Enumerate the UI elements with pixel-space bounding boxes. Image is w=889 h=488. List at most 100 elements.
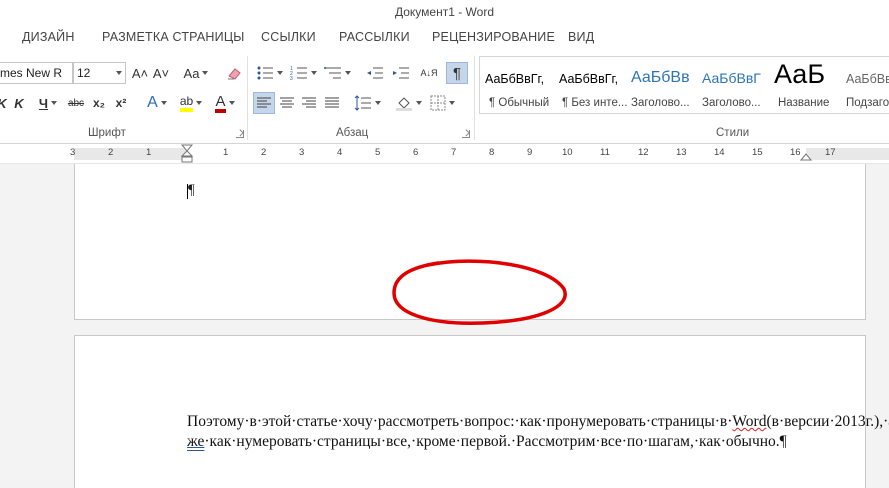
shrink-font-icon: A˅	[152, 65, 170, 81]
subscript-button[interactable]: x₂	[90, 92, 108, 114]
ruler-number: 4	[337, 147, 343, 158]
multilevel-list-button[interactable]	[322, 62, 352, 84]
red-ellipse-annotation	[392, 259, 567, 325]
paragraph-mark: ¶	[188, 182, 195, 198]
ruler-number: 11	[600, 147, 610, 158]
grow-font-button[interactable]: A˄	[131, 62, 149, 84]
title-bar: Документ1 - Word	[0, 0, 889, 26]
font-size-combo[interactable]: 12	[73, 62, 126, 84]
style-title[interactable]: АаБ Название	[774, 57, 844, 113]
ruler-number: 3	[70, 147, 76, 158]
body-paragraph: Поэтому·в·этой·статье·хочу·рассмотреть·в…	[187, 412, 889, 452]
justify-icon	[325, 97, 339, 108]
chevron-down-icon	[51, 101, 58, 105]
font-size-value: 12	[77, 66, 91, 80]
change-case-icon: Aa	[183, 65, 200, 81]
style-label: Название	[778, 97, 830, 109]
font-color-button[interactable]: A	[210, 92, 240, 114]
ruler-number: 3	[299, 147, 305, 158]
decrease-indent-button[interactable]	[364, 62, 386, 84]
style-heading-1[interactable]: АаБбВв Заголово...	[631, 57, 699, 113]
decrease-indent-icon	[367, 67, 383, 79]
style-label: Заголово...	[631, 97, 690, 109]
style-preview: АаБ	[774, 59, 826, 89]
style-preview: АаБбВвГг,	[559, 72, 619, 86]
tab-review[interactable]: РЕЦЕНЗИРОВАНИЕ	[432, 30, 555, 44]
font-name-combo[interactable]: mes New R	[0, 62, 73, 84]
style-subtitle[interactable]: АаБбВв Подзаго	[846, 57, 889, 113]
italic-button[interactable]: K	[0, 92, 8, 114]
chevron-down-icon	[116, 71, 122, 75]
align-left-button[interactable]	[253, 92, 275, 114]
ruler-number: 1	[223, 147, 229, 158]
italic-k-icon: K	[14, 95, 24, 111]
chevron-down-icon	[228, 101, 235, 105]
style-heading-2[interactable]: АаБбВвГ Заголово...	[702, 57, 772, 113]
ribbon-tabs: ДИЗАЙН РАЗМЕТКА СТРАНИЦЫ ССЫЛКИ РАССЫЛКИ…	[0, 26, 889, 50]
style-label: Заголово...	[702, 97, 761, 109]
styles-gallery: АаБбВвГг, ¶ Обычный АаБбВвГг, ¶ Без инте…	[479, 56, 889, 114]
superscript-button[interactable]: x²	[112, 92, 130, 114]
bullets-button[interactable]	[254, 62, 284, 84]
align-center-button[interactable]	[276, 92, 298, 114]
paragraph-dialog-launcher[interactable]	[462, 130, 470, 138]
shrink-font-button[interactable]: A˅	[152, 62, 170, 84]
font-dialog-launcher[interactable]	[236, 130, 244, 138]
strikethrough-button[interactable]: abc	[66, 92, 86, 114]
indent-marker-icon[interactable]	[180, 144, 194, 164]
right-indent-marker-icon[interactable]	[800, 150, 812, 162]
tab-page-layout[interactable]: РАЗМЕТКА СТРАНИЦЫ	[102, 30, 245, 44]
ruler-margin-area	[806, 148, 889, 160]
horizontal-ruler[interactable]: 3 2 1 1 2 3 4 5 6 7 8 9 10 11 12 13 14 1…	[0, 144, 889, 164]
highlight-button[interactable]: ab	[175, 92, 207, 114]
ruler-number: 2	[261, 147, 267, 158]
text-effects-button[interactable]: A	[142, 92, 172, 114]
ruler-number: 7	[451, 147, 457, 158]
underline-button[interactable]: Ч	[33, 92, 63, 114]
show-formatting-marks-button[interactable]: ¶	[446, 62, 468, 84]
font-name-value: mes New R	[0, 66, 63, 80]
line-spacing-button[interactable]	[352, 92, 382, 114]
increase-indent-icon	[393, 67, 409, 79]
ribbon: mes New R 12 A˄ A˅ Aa K K Ч abc x₂ x² A …	[0, 50, 889, 144]
tab-view[interactable]: ВИД	[568, 30, 594, 44]
borders-button[interactable]	[427, 92, 457, 114]
paint-bucket-icon	[395, 97, 412, 111]
increase-indent-button[interactable]	[390, 62, 412, 84]
body-text-part: ·как·нумеровать·страницы·все,·кроме·перв…	[204, 433, 787, 450]
style-no-spacing[interactable]: АаБбВвГг, ¶ Без инте...	[559, 57, 631, 113]
change-case-button[interactable]: Aa	[180, 62, 212, 84]
align-left-icon	[257, 97, 271, 108]
ruler-number: 14	[714, 147, 725, 158]
bullet-list-icon	[257, 66, 273, 80]
ruler-number: 15	[752, 147, 763, 158]
align-right-button[interactable]	[298, 92, 320, 114]
italic-icon: K	[0, 96, 7, 111]
ruler-number: 1	[146, 147, 152, 158]
ruler-number: 10	[562, 147, 573, 158]
ruler-margin-area	[74, 148, 186, 160]
style-normal[interactable]: АаБбВвГг, ¶ Обычный	[485, 57, 555, 113]
chevron-down-icon	[310, 71, 317, 75]
document-area[interactable]: ¶ Поэтому·в·этой·статье·хочу·рассмотреть…	[0, 164, 889, 488]
italic-k-button[interactable]: K	[12, 92, 26, 114]
style-label: ¶ Обычный	[489, 97, 550, 109]
tab-references[interactable]: ССЫЛКИ	[261, 30, 316, 44]
ruler-number: 9	[527, 147, 533, 158]
tab-mailings[interactable]: РАССЫЛКИ	[339, 30, 410, 44]
superscript-icon: x²	[115, 96, 127, 110]
sort-button[interactable]: A↓Я	[418, 62, 440, 84]
misspelled-word: Word	[732, 413, 767, 430]
tab-design[interactable]: ДИЗАЙН	[22, 30, 75, 44]
page-2[interactable]: Поэтому·в·этой·статье·хочу·рассмотреть·в…	[74, 335, 889, 488]
highlighter-icon: ab	[179, 94, 194, 112]
line-spacing-icon	[354, 95, 371, 111]
style-label: ¶ Без инте...	[562, 97, 628, 109]
shading-button[interactable]	[393, 92, 423, 114]
chevron-down-icon	[344, 71, 351, 75]
justify-button[interactable]	[321, 92, 343, 114]
clear-formatting-button[interactable]	[224, 62, 244, 84]
body-text-part: (в·версии·2013г.),·а·	[766, 413, 889, 430]
style-preview: АаБбВв	[631, 69, 690, 86]
numbering-button[interactable]: 123	[288, 62, 318, 84]
